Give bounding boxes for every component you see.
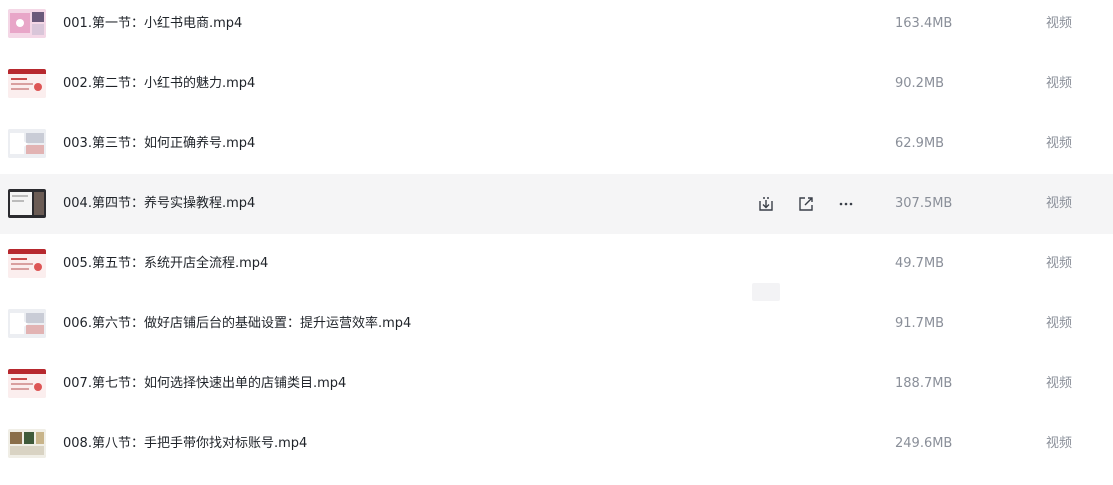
video-thumbnail[interactable] bbox=[8, 189, 46, 218]
file-row[interactable]: 006.第六节：做好店铺后台的基础设置：提升运营效率.mp4 91.7MB 视频 bbox=[0, 294, 1113, 354]
file-row[interactable]: 001.第一节：小红书电商.mp4 163.4MB 视频 bbox=[0, 0, 1113, 54]
share-icon[interactable] bbox=[796, 194, 816, 214]
file-name[interactable]: 002.第二节：小红书的魅力.mp4 bbox=[63, 54, 255, 114]
file-name[interactable]: 003.第三节：如何正确养号.mp4 bbox=[63, 114, 255, 174]
file-name[interactable]: 005.第五节：系统开店全流程.mp4 bbox=[63, 234, 268, 294]
file-type: 视频 bbox=[1046, 316, 1073, 331]
video-thumbnail[interactable] bbox=[8, 9, 46, 38]
row-actions bbox=[756, 194, 856, 214]
file-list: 001.第一节：小红书电商.mp4 163.4MB 视频 002.第二节：小红书的魅力… bbox=[0, 0, 1113, 474]
file-name[interactable]: 001.第一节：小红书电商.mp4 bbox=[63, 0, 242, 54]
file-row[interactable]: 007.第七节：如何选择快速出单的店铺类目.mp4 188.7MB 视频 bbox=[0, 354, 1113, 414]
file-size: 62.9MB bbox=[895, 136, 945, 151]
video-thumbnail[interactable] bbox=[8, 249, 46, 278]
file-size: 249.6MB bbox=[895, 436, 953, 451]
file-row[interactable]: 002.第二节：小红书的魅力.mp4 90.2MB 视频 bbox=[0, 54, 1113, 114]
file-name[interactable]: 008.第八节：手把手带你找对标账号.mp4 bbox=[63, 414, 307, 474]
video-thumbnail[interactable] bbox=[8, 69, 46, 98]
file-row[interactable]: 003.第三节：如何正确养号.mp4 62.9MB 视频 bbox=[0, 114, 1113, 174]
video-thumbnail[interactable] bbox=[8, 129, 46, 158]
file-type: 视频 bbox=[1046, 436, 1073, 451]
video-thumbnail[interactable] bbox=[8, 429, 46, 458]
file-size: 91.7MB bbox=[895, 316, 945, 331]
file-size: 188.7MB bbox=[895, 376, 953, 391]
more-icon[interactable] bbox=[836, 194, 856, 214]
download-icon[interactable] bbox=[756, 194, 776, 214]
file-row[interactable]: 008.第八节：手把手带你找对标账号.mp4 249.6MB 视频 bbox=[0, 414, 1113, 474]
file-name[interactable]: 006.第六节：做好店铺后台的基础设置：提升运营效率.mp4 bbox=[63, 294, 411, 354]
file-size: 163.4MB bbox=[895, 16, 953, 31]
file-type: 视频 bbox=[1046, 136, 1073, 151]
file-type: 视频 bbox=[1046, 76, 1073, 91]
file-size: 49.7MB bbox=[895, 256, 945, 271]
watermark bbox=[752, 283, 780, 301]
file-size: 90.2MB bbox=[895, 76, 945, 91]
file-type: 视频 bbox=[1046, 16, 1073, 31]
video-thumbnail[interactable] bbox=[8, 309, 46, 338]
file-type: 视频 bbox=[1046, 256, 1073, 271]
file-name[interactable]: 007.第七节：如何选择快速出单的店铺类目.mp4 bbox=[63, 354, 346, 414]
file-name[interactable]: 004.第四节：养号实操教程.mp4 bbox=[63, 174, 255, 234]
video-thumbnail[interactable] bbox=[8, 369, 46, 398]
file-type: 视频 bbox=[1046, 196, 1073, 211]
file-row[interactable]: 005.第五节：系统开店全流程.mp4 49.7MB 视频 bbox=[0, 234, 1113, 294]
file-row[interactable]: 004.第四节：养号实操教程.mp4 307.5MB 视频 bbox=[0, 174, 1113, 234]
file-type: 视频 bbox=[1046, 376, 1073, 391]
file-size: 307.5MB bbox=[895, 196, 953, 211]
